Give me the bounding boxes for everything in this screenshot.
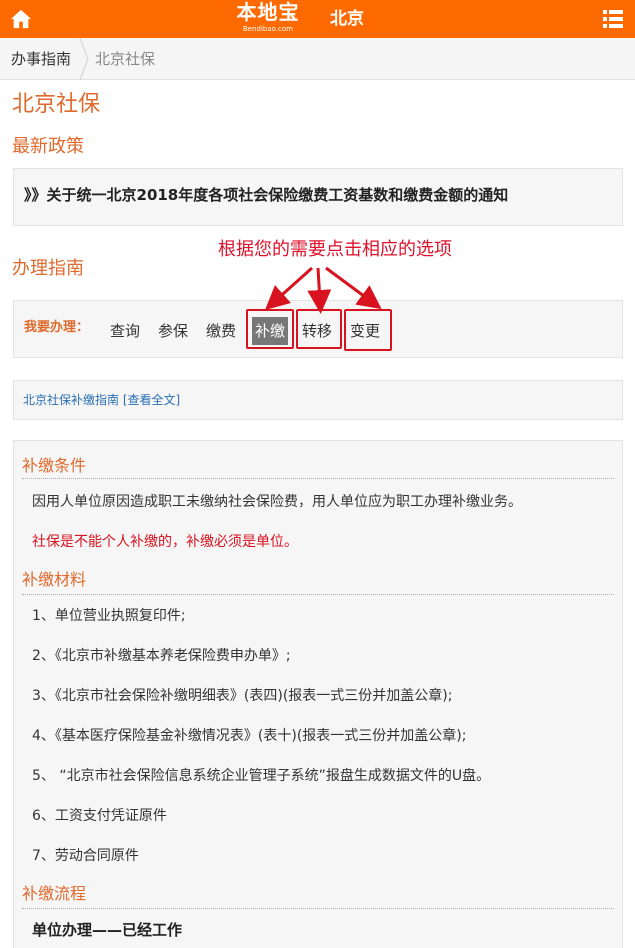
policy-link[interactable]: 》》关于统一北京2018年度各项社会保险缴费工资基数和缴费金额的通知 — [24, 185, 508, 205]
material-item: 6、工资支付凭证原件 — [32, 808, 167, 824]
chevron-right-icon — [79, 38, 89, 80]
policy-box: 》》关于统一北京2018年度各项社会保险缴费工资基数和缴费金额的通知 — [13, 168, 623, 226]
action-query[interactable]: 查询 — [110, 321, 140, 341]
divider — [22, 908, 614, 909]
read-full-link[interactable]: [查看全文] — [123, 393, 180, 407]
heading-process: 补缴流程 — [22, 884, 87, 903]
top-bar: 本地宝 Bendibao.com 北京 — [0, 0, 635, 38]
logo-text: 本地宝 — [236, 0, 300, 24]
guide-link[interactable]: 北京社保补缴指南 [查看全文] — [23, 392, 180, 408]
material-item: 3、《北京市社会保险补缴明细表》(表四)(报表一式三份并加盖公章); — [32, 688, 453, 704]
highlight-box-transfer — [296, 309, 342, 349]
home-icon[interactable] — [10, 8, 32, 30]
breadcrumb-item-guide[interactable]: 办事指南 — [11, 50, 71, 68]
conditions-note: 社保是不能个人补缴的，补缴必须是单位。 — [32, 534, 298, 550]
divider — [22, 594, 614, 595]
breadcrumb-item-current: 北京社保 — [95, 50, 156, 68]
city-name[interactable]: 北京 — [330, 8, 364, 30]
process-text: 单位办理——已经工作 — [32, 921, 183, 939]
action-payment[interactable]: 缴费 — [206, 321, 236, 341]
material-item: 1、单位营业执照复印件; — [32, 608, 186, 624]
material-item: 4、《基本医疗保险基金补缴情况表》(表十)(报表一式三份并加盖公章); — [32, 728, 467, 744]
heading-conditions: 补缴条件 — [22, 456, 87, 475]
section-heading-policy: 最新政策 — [12, 136, 84, 157]
action-enroll[interactable]: 参保 — [158, 321, 188, 341]
guide-link-text[interactable]: 北京社保补缴指南 — [23, 393, 119, 407]
section-heading-guide: 办理指南 — [12, 258, 84, 279]
breadcrumb: 办事指南 北京社保 — [0, 38, 635, 80]
guide-link-box: 北京社保补缴指南 [查看全文] — [13, 380, 623, 420]
highlight-box-change — [344, 309, 392, 351]
divider — [22, 478, 614, 479]
action-label: 我要办理： — [24, 320, 90, 335]
heading-materials: 补缴材料 — [22, 570, 87, 589]
highlight-box-back-payment — [246, 309, 294, 349]
logo-sub: Bendibao.com — [242, 25, 293, 33]
material-item: 5、 “北京市社会保险信息系统企业管理子系统”报盘生成数据文件的U盘。 — [32, 768, 491, 784]
conditions-text: 因用人单位原因造成职工未缴纳社会保险费，用人单位应为职工办理补缴业务。 — [32, 494, 522, 510]
material-item: 7、劳动合同原件 — [32, 848, 139, 864]
page-title: 北京社保 — [12, 92, 101, 117]
menu-icon[interactable] — [603, 10, 623, 28]
material-item: 2、《北京市补缴基本养老保险费申办单》; — [32, 648, 291, 664]
annotation-text: 根据您的需要点击相应的选项 — [218, 239, 452, 260]
logo[interactable]: 本地宝 Bendibao.com — [230, 0, 306, 38]
